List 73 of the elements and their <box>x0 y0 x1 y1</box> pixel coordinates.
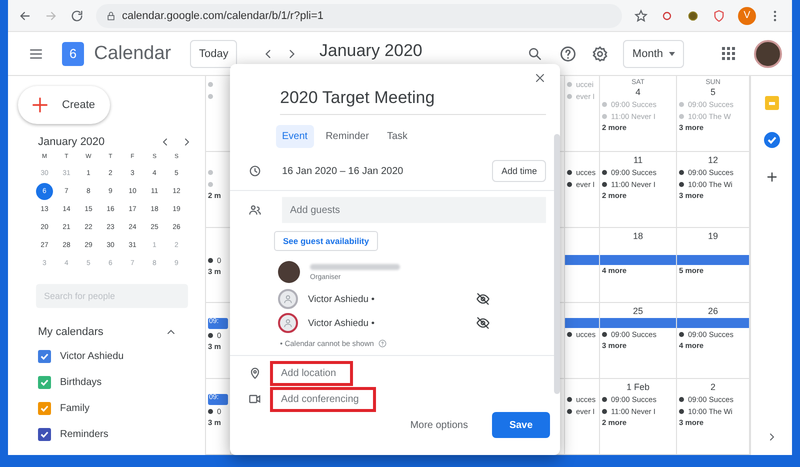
guest-name: Victor Ashiedu • <box>308 294 376 304</box>
current-period: January 2020 <box>319 42 424 60</box>
event-bar[interactable] <box>600 318 676 328</box>
add-time-button[interactable]: Add time <box>492 160 546 182</box>
avatar-photo-placeholder <box>278 261 300 283</box>
calendar-name: Birthdays <box>60 376 102 388</box>
person-icon <box>283 294 293 304</box>
event-type-tab[interactable]: Event <box>276 125 314 148</box>
day-number[interactable]: 2 <box>679 382 747 394</box>
star-icon <box>634 8 648 22</box>
lock-icon <box>106 10 116 20</box>
day-number[interactable]: 5 <box>679 87 747 98</box>
eye-off-icon <box>476 292 490 306</box>
close-icon <box>534 72 546 84</box>
day-number[interactable]: 25 <box>602 306 674 318</box>
search-icon <box>527 46 544 62</box>
people-icon <box>248 203 262 217</box>
calendar-name: Victor Ashiedu <box>60 350 124 362</box>
event-bar[interactable] <box>677 318 749 328</box>
app-title: Calendar <box>94 42 172 64</box>
event-type-tab[interactable]: Task <box>380 125 414 148</box>
day-number[interactable]: 18 <box>602 230 674 242</box>
save-button[interactable]: Save <box>492 412 550 438</box>
plus-icon <box>30 95 50 115</box>
event-bar[interactable] <box>600 254 676 265</box>
apps-grid-icon[interactable] <box>722 46 736 60</box>
caret-icon <box>669 52 675 56</box>
calendar-name: Family <box>60 402 90 414</box>
location-pin-icon <box>248 366 262 380</box>
calendar-logo: 6 <box>62 42 84 66</box>
calendar-checkbox[interactable] <box>38 402 51 414</box>
option-field[interactable]: Add conferencing <box>270 386 376 412</box>
option-field[interactable]: Add location <box>270 360 354 386</box>
calendar-checkbox[interactable] <box>38 376 51 388</box>
add-guests-field[interactable]: Add guests <box>282 197 546 223</box>
calendar-name: Reminders <box>60 428 108 440</box>
extension-icon <box>686 8 700 22</box>
more-options-button[interactable]: More options <box>404 418 474 432</box>
date-range[interactable]: 16 Jan 2020 – 16 Jan 2020 <box>282 166 472 176</box>
event-type-tab[interactable]: Reminder <box>320 125 375 148</box>
help-icon <box>559 44 578 62</box>
account-avatar[interactable] <box>754 40 782 68</box>
reload-icon <box>70 8 84 22</box>
calendar-checkbox[interactable] <box>38 428 51 440</box>
view-dropdown[interactable]: Month <box>623 40 684 68</box>
guest-name: Victor Ashiedu • <box>308 318 376 328</box>
day-number[interactable]: 4 <box>602 87 674 98</box>
event-bar[interactable] <box>565 318 599 328</box>
day-number[interactable]: 19 <box>679 230 747 242</box>
settings-icon <box>591 44 610 62</box>
eye-off-icon <box>476 316 490 330</box>
mini-calendar-title: January 2020 <box>38 136 106 148</box>
event-bar[interactable] <box>677 254 749 265</box>
clock-icon <box>248 164 262 178</box>
video-camera-icon <box>248 392 262 406</box>
today-button[interactable]: Today <box>190 40 238 68</box>
address-bar[interactable]: calendar.google.com/calendar/b/1/r?pli=1 <box>96 4 622 28</box>
day-number[interactable]: 1 Feb <box>602 382 674 394</box>
day-number[interactable]: 11 <box>602 154 674 166</box>
event-title-field[interactable]: 2020 Target Meeting <box>280 88 546 115</box>
calendar-checkbox[interactable] <box>38 350 51 362</box>
section-title: My calendars <box>38 326 104 338</box>
event-bar[interactable] <box>565 254 599 265</box>
shield-icon <box>712 8 726 22</box>
plus-icon <box>764 170 778 184</box>
guest-availability-button[interactable]: See guest availability <box>274 231 378 251</box>
day-number[interactable]: 26 <box>679 306 747 318</box>
help-icon <box>378 338 387 348</box>
check-circle-icon[interactable] <box>764 132 780 148</box>
person-icon <box>283 318 293 328</box>
day-number[interactable]: 12 <box>679 154 747 166</box>
scrollbar[interactable] <box>554 134 560 394</box>
create-button[interactable]: Create <box>18 86 110 124</box>
